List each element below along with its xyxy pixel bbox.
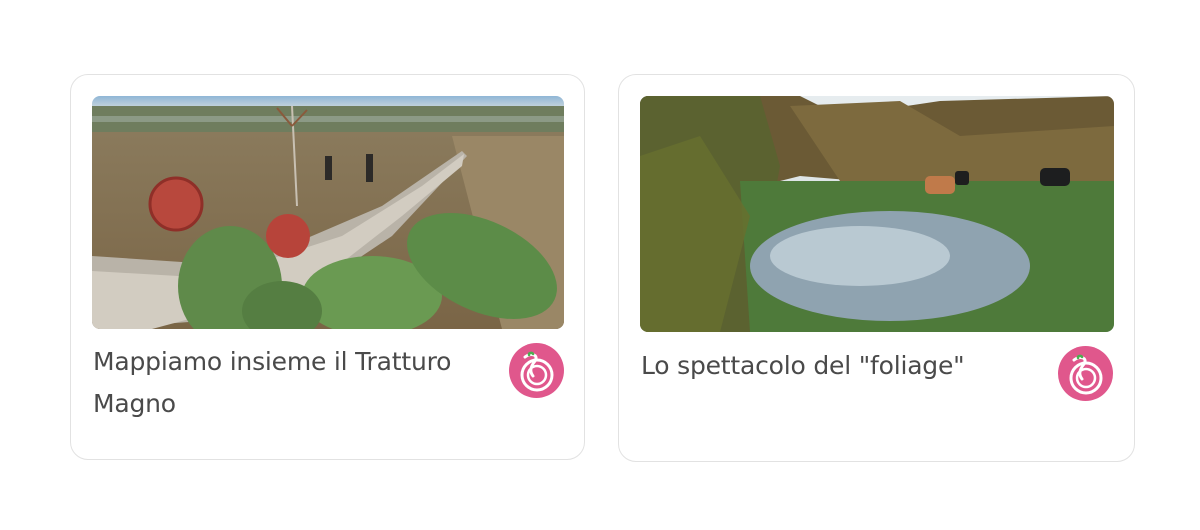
article-card[interactable]: Mappiamo insieme il Tratturo Magno (70, 74, 585, 460)
card-image-tratturo[interactable] (92, 96, 564, 329)
tratturo-photo (92, 96, 564, 329)
foliage-photo (640, 96, 1114, 332)
sprout-logo-icon (509, 343, 564, 398)
card-image-foliage[interactable] (640, 96, 1114, 332)
article-card[interactable]: Lo spettacolo del "foliage" (618, 74, 1135, 462)
sprout-logo-icon (1058, 346, 1113, 401)
card-title[interactable]: Mappiamo insieme il Tratturo Magno (93, 341, 483, 425)
card-grid: Mappiamo insieme il Tratturo Magno Lo sp… (0, 0, 1200, 530)
card-title[interactable]: Lo spettacolo del "foliage" (641, 345, 1041, 387)
